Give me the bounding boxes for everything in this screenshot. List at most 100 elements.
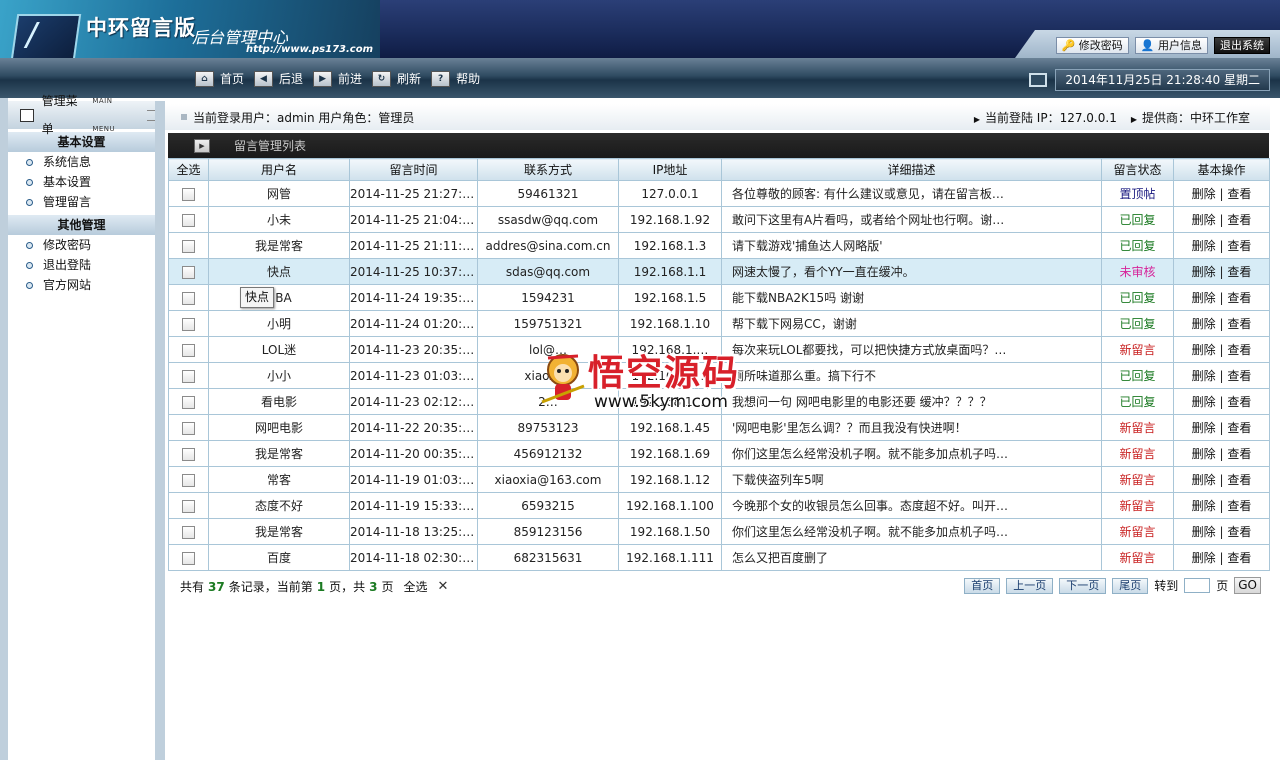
col-contact: 联系方式 — [477, 158, 619, 181]
row-checkbox[interactable] — [182, 343, 195, 357]
prev-page-button[interactable]: 上一页 — [1006, 577, 1054, 594]
help-icon: ? — [431, 70, 451, 87]
col-description: 详细描述 — [721, 158, 1102, 181]
row-status[interactable]: 已回复 — [1101, 362, 1174, 389]
table-row: 常客 2014-11-19 01:03:18 xiaoxia@163.com 192.… — [168, 466, 1270, 493]
delete-link[interactable]: 删除 — [1192, 525, 1216, 539]
row-checkbox[interactable] — [182, 473, 195, 487]
goto-page-input[interactable] — [1184, 578, 1211, 593]
nav-forward[interactable]: ▶ 前进 — [313, 70, 362, 87]
view-link[interactable]: 查看 — [1227, 187, 1251, 201]
row-status[interactable]: 新留言 — [1101, 414, 1174, 441]
view-link[interactable]: 查看 — [1227, 473, 1251, 487]
delete-link[interactable]: 删除 — [1192, 421, 1216, 435]
view-link[interactable]: 查看 — [1227, 343, 1251, 357]
nav-back[interactable]: ◀ 后退 — [254, 70, 303, 87]
delete-link[interactable]: 删除 — [1192, 213, 1216, 227]
view-link[interactable]: 查看 — [1227, 239, 1251, 253]
table-row: NBA 2014-11-24 19:35:18 1594231 192.168.1.5… — [168, 284, 1270, 311]
delete-selected-icon[interactable]: ✕ — [438, 580, 450, 593]
row-checkbox[interactable] — [182, 499, 195, 513]
row-status[interactable]: 新留言 — [1101, 492, 1174, 519]
view-link[interactable]: 查看 — [1227, 369, 1251, 383]
sidebar-item-official-site[interactable]: 官方网站 — [8, 275, 155, 295]
view-link[interactable]: 查看 — [1227, 525, 1251, 539]
user-info-button[interactable]: 👤 用户信息 — [1134, 37, 1208, 54]
sidebar-item-label: 系统信息 — [43, 155, 92, 169]
row-status[interactable]: 置顶帖 — [1101, 180, 1174, 207]
row-checkbox[interactable] — [182, 291, 195, 305]
sidebar-group-other[interactable]: 其他管理 — [8, 214, 155, 235]
row-checkbox[interactable] — [182, 187, 195, 201]
delete-link[interactable]: 删除 — [1192, 291, 1216, 305]
row-time: 2014-11-25 21:11:53 — [349, 232, 478, 259]
row-checkbox[interactable] — [182, 421, 195, 435]
view-link[interactable]: 查看 — [1227, 551, 1251, 565]
delete-link[interactable]: 删除 — [1192, 239, 1216, 253]
grip-icon[interactable] — [147, 109, 156, 121]
delete-link[interactable]: 删除 — [1192, 473, 1216, 487]
sidebar-item-basic-settings[interactable]: 基本设置 — [8, 172, 155, 192]
delete-link[interactable]: 删除 — [1192, 447, 1216, 461]
row-status[interactable]: 已回复 — [1101, 232, 1174, 259]
view-link[interactable]: 查看 — [1227, 421, 1251, 435]
nav-help[interactable]: ? 帮助 — [431, 70, 480, 87]
sidebar-item-logout[interactable]: 退出登陆 — [8, 255, 155, 275]
row-checkbox[interactable] — [182, 447, 195, 461]
row-status[interactable]: 已回复 — [1101, 310, 1174, 337]
row-checkbox[interactable] — [182, 213, 195, 227]
row-checkbox[interactable] — [182, 525, 195, 539]
row-checkbox[interactable] — [182, 317, 195, 331]
row-username: 常客 — [208, 466, 350, 493]
row-checkbox[interactable] — [182, 551, 195, 565]
row-checkbox[interactable] — [182, 265, 195, 279]
view-link[interactable]: 查看 — [1227, 213, 1251, 227]
delete-link[interactable]: 删除 — [1192, 187, 1216, 201]
row-description: 你们这里怎么经常没机子啊。就不能多加点机子吗… — [721, 518, 1102, 545]
logout-button[interactable]: 退出系统 — [1214, 37, 1270, 54]
row-checkbox[interactable] — [182, 395, 195, 409]
view-link[interactable]: 查看 — [1227, 395, 1251, 409]
row-status[interactable]: 新留言 — [1101, 518, 1174, 545]
go-button[interactable]: GO — [1234, 577, 1261, 594]
row-checkbox[interactable] — [182, 239, 195, 253]
last-page-button[interactable]: 尾页 — [1112, 577, 1149, 594]
delete-link[interactable]: 删除 — [1192, 317, 1216, 331]
table-row: 网管 2014-11-25 21:27:20 59461321 127.0.0.1 各位… — [168, 180, 1270, 207]
delete-link[interactable]: 删除 — [1192, 265, 1216, 279]
delete-link[interactable]: 删除 — [1192, 499, 1216, 513]
row-checkbox[interactable] — [182, 369, 195, 383]
row-status[interactable]: 已回复 — [1101, 284, 1174, 311]
col-select-all[interactable]: 全选 — [168, 158, 209, 181]
row-status[interactable]: 已回复 — [1101, 388, 1174, 415]
datetime-area: 2014年11月25日 21:28:40 星期二 — [1029, 69, 1270, 91]
row-description: 请下载游戏'捕鱼达人网略版' — [721, 232, 1102, 259]
row-status[interactable]: 新留言 — [1101, 544, 1174, 571]
row-status[interactable]: 已回复 — [1101, 206, 1174, 233]
row-status[interactable]: 新留言 — [1101, 466, 1174, 493]
next-page-button[interactable]: 下一页 — [1059, 577, 1107, 594]
change-password-button[interactable]: 🔑 修改密码 — [1055, 37, 1129, 54]
sidebar-item-manage-messages[interactable]: 管理留言 — [8, 192, 155, 212]
row-description: 你们这里怎么经常没机子啊。就不能多加点机子吗… — [721, 440, 1102, 467]
delete-link[interactable]: 删除 — [1192, 551, 1216, 565]
select-all-link[interactable]: 全选 — [403, 578, 427, 595]
view-link[interactable]: 查看 — [1227, 447, 1251, 461]
first-page-button[interactable]: 首页 — [964, 577, 1001, 594]
nav-home[interactable]: ⌂ 首页 — [195, 70, 244, 87]
delete-link[interactable]: 删除 — [1192, 369, 1216, 383]
nav-refresh[interactable]: ↻ 刷新 — [372, 70, 421, 87]
row-status[interactable]: 新留言 — [1101, 336, 1174, 363]
view-link[interactable]: 查看 — [1227, 265, 1251, 279]
sidebar-item-change-password[interactable]: 修改密码 — [8, 235, 155, 255]
sidebar-gutter — [0, 98, 8, 760]
table-row: 态度不好 2014-11-19 15:33:18 6593215 192.168.1.… — [168, 492, 1270, 519]
row-status[interactable]: 新留言 — [1101, 440, 1174, 467]
sidebar-item-system-info[interactable]: 系统信息 — [8, 152, 155, 172]
view-link[interactable]: 查看 — [1227, 317, 1251, 331]
delete-link[interactable]: 删除 — [1192, 395, 1216, 409]
view-link[interactable]: 查看 — [1227, 291, 1251, 305]
view-link[interactable]: 查看 — [1227, 499, 1251, 513]
delete-link[interactable]: 删除 — [1192, 343, 1216, 357]
row-status[interactable]: 未审核 — [1101, 258, 1174, 285]
